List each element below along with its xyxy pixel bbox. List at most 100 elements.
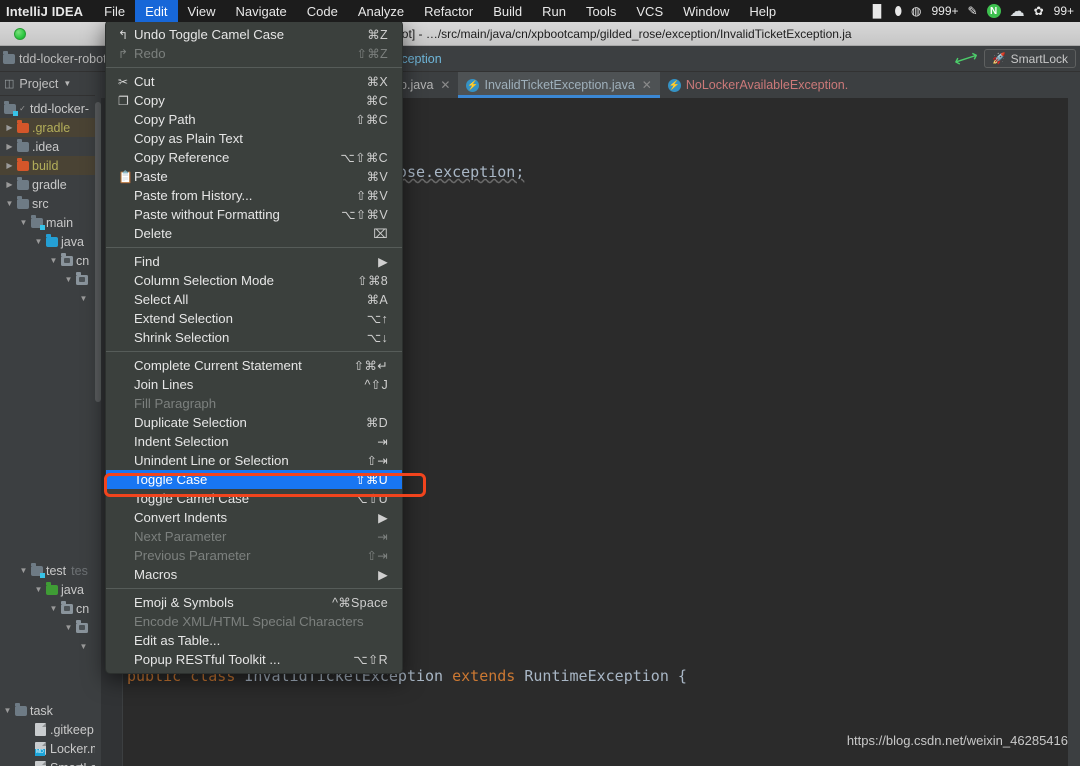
tree-item-task[interactable]: ▼ task: [0, 701, 101, 720]
project-tree-scrollbar[interactable]: [95, 72, 101, 766]
app-name-label[interactable]: IntelliJ IDEA: [0, 4, 94, 19]
tree-item-main[interactable]: ▼ main: [0, 213, 101, 232]
menu-item-copy[interactable]: ❐ Copy ⌘C: [106, 91, 402, 110]
expand-arrow-icon[interactable]: ▼: [2, 706, 13, 715]
expand-arrow-icon[interactable]: ✓: [17, 104, 28, 113]
chevron-down-icon[interactable]: ▼: [63, 79, 71, 88]
menu-vcs[interactable]: VCS: [626, 0, 673, 22]
tree-item-cn-main[interactable]: ▼ cn: [0, 251, 101, 270]
tree-item-java-main[interactable]: ▼ java: [0, 232, 101, 251]
menu-item-popup-restful-toolkit[interactable]: Popup RESTful Toolkit ... ⌥⇧R: [106, 650, 402, 669]
build-hammer-icon[interactable]: ⟷: [951, 45, 980, 72]
wechat-icon[interactable]: ✿: [1034, 4, 1044, 18]
menu-item-find[interactable]: Find ▶: [106, 252, 402, 271]
evernote-icon[interactable]: N: [986, 4, 1001, 18]
open-brace: {: [677, 667, 687, 685]
menu-item-undo-toggle-camel-case[interactable]: ↰ Undo Toggle Camel Case ⌘Z: [106, 25, 402, 44]
menu-item-emoji-and-symbols[interactable]: Emoji & Symbols ^⌘Space: [106, 593, 402, 612]
collapse-arrow-icon[interactable]: ▶: [4, 161, 15, 170]
tree-item-src[interactable]: ▼ src: [0, 194, 101, 213]
menu-edit[interactable]: Edit: [135, 0, 178, 22]
menu-refactor[interactable]: Refactor: [414, 0, 483, 22]
menu-item-unindent-line-or-selection[interactable]: Unindent Line or Selection ⇧⇥: [106, 451, 402, 470]
tree-item-build[interactable]: ▶ build: [0, 156, 101, 175]
expand-arrow-icon[interactable]: ▼: [18, 218, 29, 227]
menu-item-toggle-camel-case[interactable]: Toggle Camel Case ⌥⇧U: [106, 489, 402, 508]
tree-item-gradle-hidden[interactable]: ▶ .gradle: [0, 118, 101, 137]
tree-item-xpbootcamp-test[interactable]: ▼: [0, 618, 101, 637]
menu-tools[interactable]: Tools: [576, 0, 626, 22]
collapse-arrow-icon[interactable]: ▶: [4, 123, 15, 132]
tree-item-test[interactable]: ▼ test tes: [0, 561, 101, 580]
expand-arrow-icon[interactable]: ▼: [48, 604, 59, 613]
tree-item-idea[interactable]: ▶ .idea: [0, 137, 101, 156]
menu-item-paste-without-formatting[interactable]: Paste without Formatting ⌥⇧⌘V: [106, 205, 402, 224]
clock-badge-icon[interactable]: ◍: [911, 4, 921, 18]
run-configuration-selector[interactable]: 🚀 SmartLock: [983, 49, 1076, 68]
collapse-arrow-icon[interactable]: ▶: [4, 142, 15, 151]
tab-invalidticketexception-java[interactable]: ⚡ InvalidTicketException.java ✕: [458, 72, 661, 98]
menu-help[interactable]: Help: [739, 0, 786, 22]
menu-item-column-selection-mode[interactable]: Column Selection Mode ⇧⌘8: [106, 271, 402, 290]
tree-item-locker-md[interactable]: MD Locker.m: [0, 739, 101, 758]
menu-item-complete-current-statement[interactable]: Complete Current Statement ⇧⌘↵: [106, 356, 402, 375]
menu-item-paste[interactable]: 📋 Paste ⌘V: [106, 167, 402, 186]
menu-item-paste-from-history[interactable]: Paste from History... ⇧⌘V: [106, 186, 402, 205]
expand-arrow-icon[interactable]: ▼: [63, 275, 74, 284]
menu-item-join-lines[interactable]: Join Lines ^⇧J: [106, 375, 402, 394]
expand-arrow-icon[interactable]: ▼: [33, 585, 44, 594]
menu-code[interactable]: Code: [297, 0, 348, 22]
menu-view[interactable]: View: [178, 0, 226, 22]
tree-item-cn-test[interactable]: ▼ cn: [0, 599, 101, 618]
expand-arrow-icon[interactable]: ▼: [48, 256, 59, 265]
close-icon[interactable]: ✕: [440, 78, 450, 92]
menu-item-cut[interactable]: ✂ Cut ⌘X: [106, 72, 402, 91]
expand-arrow-icon[interactable]: ▼: [63, 623, 74, 632]
menu-run[interactable]: Run: [532, 0, 576, 22]
tree-item-deep-test[interactable]: ▼: [0, 637, 101, 656]
menu-analyze[interactable]: Analyze: [348, 0, 414, 22]
shield-icon[interactable]: ⬮: [894, 4, 902, 19]
breadcrumb-project[interactable]: tdd-locker-robot: [0, 51, 110, 66]
menu-window[interactable]: Window: [673, 0, 739, 22]
expand-arrow-icon[interactable]: ▼: [18, 566, 29, 575]
expand-arrow-icon[interactable]: ▼: [4, 199, 15, 208]
project-panel-header[interactable]: ◫ Project ▼: [0, 72, 101, 96]
menu-item-shortcut: ^⇧J: [364, 378, 388, 392]
scrollbar-thumb[interactable]: [95, 102, 101, 402]
menu-file[interactable]: File: [94, 0, 135, 22]
menu-item-extend-selection[interactable]: Extend Selection ⌥↑: [106, 309, 402, 328]
tree-item-deep-main[interactable]: ▼: [0, 289, 101, 308]
menu-item-copy-path[interactable]: Copy Path ⇧⌘C: [106, 110, 402, 129]
menu-item-copy-as-plain-text[interactable]: Copy as Plain Text: [106, 129, 402, 148]
collapse-arrow-icon[interactable]: ▶: [4, 180, 15, 189]
menu-item-toggle-case[interactable]: Toggle Case ⇧⌘U: [106, 470, 402, 489]
tab-nolockeravailableexception-java[interactable]: ⚡ NoLockerAvailableException.: [660, 72, 856, 98]
tree-item-xpbootcamp-main[interactable]: ▼: [0, 270, 101, 289]
menu-item-edit-as-table[interactable]: Edit as Table...: [106, 631, 402, 650]
menu-item-select-all[interactable]: Select All ⌘A: [106, 290, 402, 309]
tree-item-smartlocker-md[interactable]: MD SmartLoc: [0, 758, 101, 766]
menu-item-duplicate-selection[interactable]: Duplicate Selection ⌘D: [106, 413, 402, 432]
menu-item-shrink-selection[interactable]: Shrink Selection ⌥↓: [106, 328, 402, 347]
expand-arrow-icon[interactable]: ▼: [33, 237, 44, 246]
tree-item-gitkeep[interactable]: .gitkeep: [0, 720, 101, 739]
menu-build[interactable]: Build: [483, 0, 532, 22]
expand-arrow-icon[interactable]: ▼: [78, 642, 89, 651]
tree-item-root[interactable]: ✓ tdd-locker-: [0, 99, 101, 118]
cloud-icon[interactable]: ☁: [1010, 2, 1025, 20]
menu-item-macros[interactable]: Macros ▶: [106, 565, 402, 584]
menu-item-copy-reference[interactable]: Copy Reference ⌥⇧⌘C: [106, 148, 402, 167]
tree-item-java-test[interactable]: ▼ java: [0, 580, 101, 599]
menu-navigate[interactable]: Navigate: [225, 0, 296, 22]
menu-item-delete[interactable]: Delete ⌧: [106, 224, 402, 243]
close-icon[interactable]: ✕: [642, 78, 652, 92]
error-stripe-scrollbar[interactable]: [1068, 98, 1080, 766]
menu-item-convert-indents[interactable]: Convert Indents ▶: [106, 508, 402, 527]
layout-icon[interactable]: ▐▌: [868, 4, 885, 18]
expand-arrow-icon[interactable]: ▼: [78, 294, 89, 303]
pencil-icon[interactable]: ✎: [968, 4, 978, 18]
menu-item-indent-selection[interactable]: Indent Selection ⇥: [106, 432, 402, 451]
tree-item-gradle[interactable]: ▶ gradle: [0, 175, 101, 194]
